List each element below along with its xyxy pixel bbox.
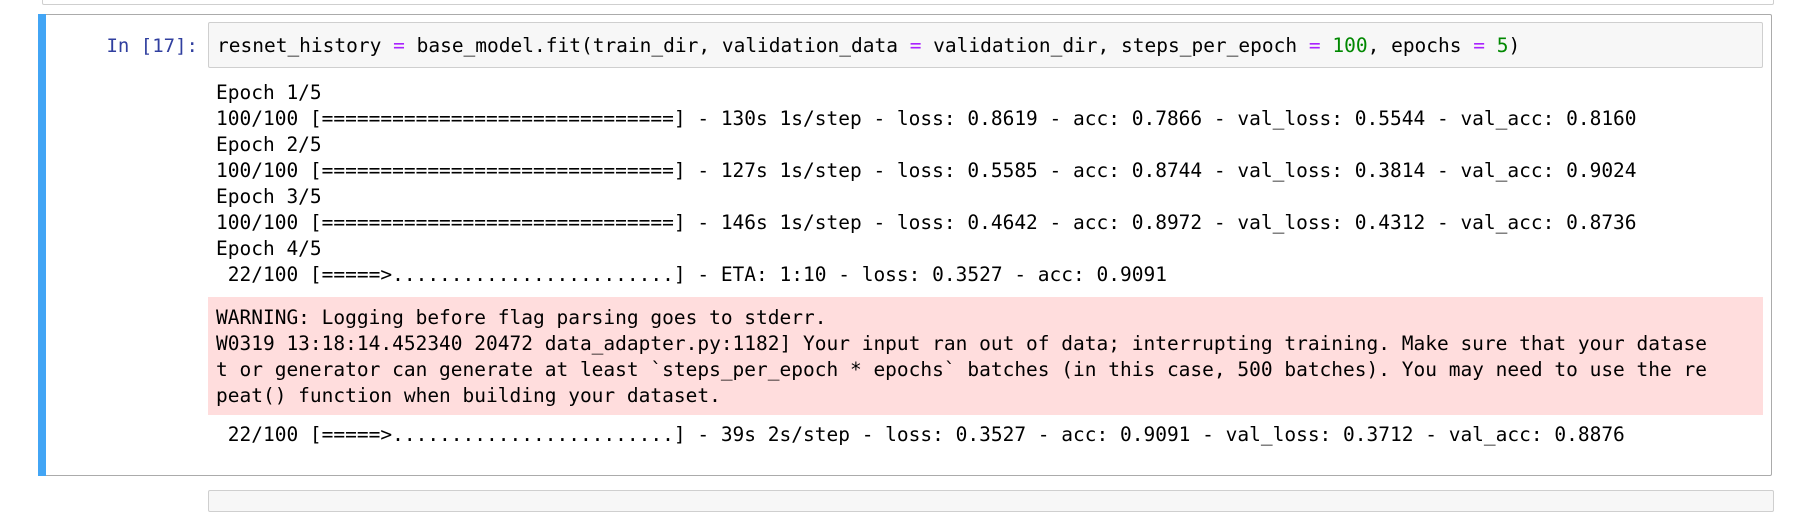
code-operator: = <box>1308 34 1321 57</box>
warning-line: peat() function when building your datas… <box>216 384 721 407</box>
output-line: 100/100 [==============================]… <box>216 107 1637 130</box>
selected-cell-indicator <box>38 14 46 476</box>
warning-line: WARNING: Logging before flag parsing goe… <box>216 306 827 329</box>
code-operator: = <box>393 34 405 57</box>
output-line: 100/100 [==============================]… <box>216 211 1637 234</box>
code-text: , epochs <box>1367 34 1474 57</box>
output-line: Epoch 2/5 <box>216 133 322 156</box>
code-operator: = <box>1473 34 1486 57</box>
output-line: Epoch 3/5 <box>216 185 322 208</box>
stdout-output: Epoch 1/5 100/100 [======================… <box>208 78 1763 288</box>
code-input-area[interactable]: resnet_history = base_model.fit(train_di… <box>208 22 1763 68</box>
code-text: base_model.fit(train_dir, validation_dat… <box>404 34 910 57</box>
output-line: 22/100 [=====>........................] … <box>216 423 1625 446</box>
output-line: Epoch 4/5 <box>216 237 322 260</box>
code-number: 100 <box>1332 34 1368 57</box>
warning-line: W0319 13:18:14.452340 20472 data_adapter… <box>216 332 1707 355</box>
code-number: 5 <box>1496 34 1509 57</box>
output-line: 22/100 [=====>........................] … <box>216 263 1167 286</box>
input-prompt: In [17]: <box>106 35 198 57</box>
code-operator: = <box>909 34 922 57</box>
code-text: validation_dir, steps_per_epoch <box>921 34 1309 57</box>
output-line: Epoch 1/5 <box>216 81 322 104</box>
code-text: ) <box>1508 34 1521 57</box>
output-area: Epoch 1/5 100/100 [======================… <box>208 78 1763 448</box>
previous-cell-edge <box>42 0 1774 5</box>
final-progress-output: 22/100 [=====>........................] … <box>208 422 1763 448</box>
output-line: 100/100 [==============================]… <box>216 159 1637 182</box>
code-text: resnet_history <box>217 34 394 57</box>
warning-line: t or generator can generate at least `st… <box>216 358 1707 381</box>
stderr-warning-output: WARNING: Logging before flag parsing goe… <box>208 297 1763 415</box>
next-cell-edge[interactable] <box>208 490 1774 512</box>
